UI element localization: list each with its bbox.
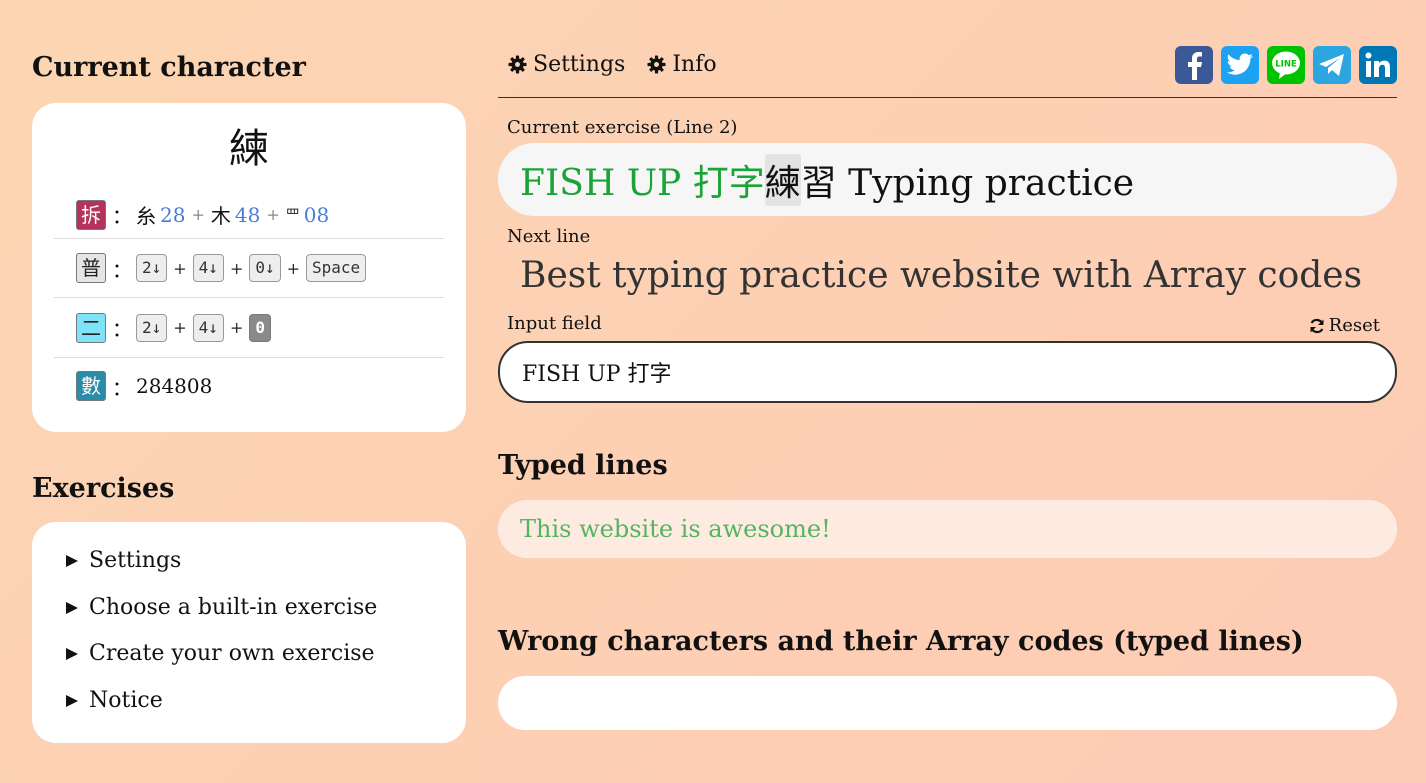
next-line-text: Best typing practice website with Array … xyxy=(520,255,1363,296)
refresh-icon xyxy=(1310,318,1324,333)
linkedin-share-button[interactable] xyxy=(1359,46,1397,84)
telegram-share-button[interactable] xyxy=(1313,46,1351,84)
reset-label: Reset xyxy=(1328,315,1380,336)
current-exercise-box: FISH UP 打字練習 Typing practice xyxy=(498,143,1397,216)
colon: ： xyxy=(112,204,132,228)
plus-sign: + xyxy=(229,318,244,337)
linkedin-icon xyxy=(1365,52,1390,77)
plus-sign: + xyxy=(173,258,187,278)
exercise-details-builtin[interactable]: Choose a built-in exercise xyxy=(66,595,377,620)
current-character-title: Current character xyxy=(32,52,306,83)
disclosure-triangle-icon xyxy=(66,694,78,707)
info-label: Info xyxy=(672,52,717,77)
split-row: 拆 ： 糸 28 + 木 48 + 罒 08 xyxy=(54,191,444,239)
component-3: 罒 xyxy=(285,207,300,224)
colon: ： xyxy=(112,375,132,400)
settings-label: Settings xyxy=(533,52,626,77)
number-row: 數 ： 284808 xyxy=(54,358,444,414)
reset-button[interactable]: Reset xyxy=(1309,315,1380,336)
settings-button[interactable]: Settings xyxy=(508,52,625,77)
typing-input-value: FISH UP 打字 xyxy=(522,362,672,387)
current-character-card: 練 拆 ： 糸 28 + 木 48 + 罒 08 普 ： 2↓ + 4↓ + 0… xyxy=(32,103,466,432)
component-1-code: 28 xyxy=(160,202,186,227)
telegram-icon xyxy=(1319,54,1344,76)
facebook-share-button[interactable] xyxy=(1175,46,1213,84)
share-buttons: LINE xyxy=(1167,46,1397,84)
plus-sign: + xyxy=(286,258,301,278)
disclosure-triangle-icon xyxy=(66,554,78,567)
split-badge: 拆 xyxy=(76,199,106,230)
key-cap: 2↓ xyxy=(136,254,168,282)
plus-sign: + xyxy=(266,205,280,224)
line-icon: LINE xyxy=(1272,51,1300,79)
exercise-details-notice[interactable]: Notice xyxy=(66,688,163,713)
line-share-button[interactable]: LINE xyxy=(1267,46,1305,84)
disclosure-triangle-icon xyxy=(66,601,78,614)
facebook-icon xyxy=(1188,52,1202,80)
exercise-item-label: Notice xyxy=(89,688,163,713)
number-badge: 數 xyxy=(76,371,106,401)
secondary-badge: 二 xyxy=(76,312,106,343)
current-exercise-label: Current exercise (Line 2) xyxy=(507,117,738,138)
wrong-characters-box xyxy=(498,676,1397,730)
svg-text:LINE: LINE xyxy=(1275,60,1297,70)
typed-lines-title: Typed lines xyxy=(498,450,668,481)
normal-badge: 普 xyxy=(76,253,106,283)
gear-icon xyxy=(508,55,527,74)
component-3-code: 08 xyxy=(303,202,330,227)
typing-input[interactable]: FISH UP 打字 xyxy=(498,341,1397,403)
key-cap: 2↓ xyxy=(136,313,168,342)
twitter-share-button[interactable] xyxy=(1221,46,1259,84)
component-2: 木 xyxy=(210,204,231,228)
exercises-title: Exercises xyxy=(32,473,175,504)
component-2-code: 48 xyxy=(234,202,261,227)
exercises-card: Settings Choose a built-in exercise Crea… xyxy=(32,522,466,743)
key-cap: 0↓ xyxy=(249,254,281,282)
next-line-label: Next line xyxy=(507,226,591,247)
plus-sign: + xyxy=(191,205,205,224)
gear-icon xyxy=(647,55,666,74)
plus-sign: + xyxy=(173,318,187,337)
key-cap: 4↓ xyxy=(192,313,224,342)
input-field-label: Input field xyxy=(507,313,602,334)
exercise-details-settings[interactable]: Settings xyxy=(66,548,181,573)
twitter-icon xyxy=(1226,53,1253,75)
exercise-item-label: Settings xyxy=(89,548,182,573)
typed-portion: FISH UP 打字 xyxy=(520,162,765,204)
colon: ： xyxy=(112,317,132,341)
key-cap-selected: 0 xyxy=(249,313,271,342)
typed-line: This website is awesome! xyxy=(520,515,831,543)
typed-lines-box: This website is awesome! xyxy=(498,500,1397,558)
header-divider xyxy=(498,97,1397,98)
current-character: 練 xyxy=(229,126,269,172)
colon: ： xyxy=(112,257,132,282)
exercise-details-create[interactable]: Create your own exercise xyxy=(66,641,375,666)
info-button[interactable]: Info xyxy=(647,52,717,77)
number-value: 284808 xyxy=(136,374,213,398)
current-char-highlight: 練 xyxy=(764,153,801,206)
component-1: 糸 xyxy=(136,204,156,228)
remaining-portion: 習 Typing practice xyxy=(800,162,1135,204)
exercise-item-label: Create your own exercise xyxy=(89,641,375,666)
key-cap: 4↓ xyxy=(192,254,224,282)
exercise-item-label: Choose a built-in exercise xyxy=(89,595,378,620)
space-key-cap: Space xyxy=(306,254,367,282)
plus-sign: + xyxy=(229,258,244,278)
normal-code-row: 普 ： 2↓ + 4↓ + 0↓ + Space xyxy=(54,239,444,298)
secondary-code-row: 二 ： 2↓ + 4↓ + 0 xyxy=(54,298,444,358)
wrong-characters-title: Wrong characters and their Array codes (… xyxy=(498,626,1304,657)
top-nav: Settings Info xyxy=(508,52,739,77)
disclosure-triangle-icon xyxy=(66,647,78,660)
